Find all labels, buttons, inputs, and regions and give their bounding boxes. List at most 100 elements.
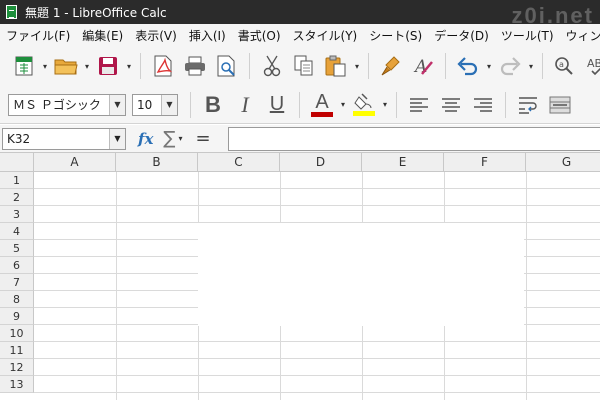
paste-dropdown-icon[interactable]: ▾ — [352, 62, 362, 71]
font-size-value: 10 — [137, 97, 153, 112]
save-icon[interactable] — [92, 50, 124, 82]
column-header-b[interactable]: B — [116, 153, 198, 172]
blank-cell-area — [198, 223, 524, 326]
select-all-corner[interactable] — [0, 153, 34, 172]
font-color-dropdown-icon[interactable]: ▾ — [338, 100, 348, 109]
spelling-icon[interactable]: AB — [581, 50, 600, 82]
italic-button[interactable]: I — [229, 89, 261, 121]
print-preview-icon[interactable] — [211, 50, 243, 82]
separator — [396, 91, 397, 118]
bold-button[interactable]: B — [197, 89, 229, 121]
open-folder-icon[interactable] — [50, 50, 82, 82]
new-spreadsheet-icon[interactable] — [8, 50, 40, 82]
chevron-down-icon[interactable]: ▼ — [161, 94, 177, 115]
font-name-value: ＭＳ Ｐゴシック — [13, 98, 101, 112]
highlight-dropdown-icon[interactable]: ▾ — [380, 100, 390, 109]
paste-icon[interactable] — [320, 50, 352, 82]
menu-sheet[interactable]: シート(S) — [369, 27, 422, 44]
wrap-text-icon[interactable] — [512, 89, 544, 121]
title-bar: 無題 1 - LibreOffice Calc z0i.net — [0, 0, 600, 28]
copy-icon[interactable] — [288, 50, 320, 82]
calc-app-icon — [6, 5, 17, 19]
merge-center-icon[interactable] — [544, 89, 576, 121]
paint-bucket-icon — [353, 93, 375, 116]
row-header-12[interactable]: 12 — [0, 359, 34, 376]
gridline — [34, 188, 600, 189]
row-header-9[interactable]: 9 — [0, 308, 34, 325]
standard-toolbar: ▾ ▾ ▾ ▾ A ▾ ▾ a AB — [0, 46, 600, 86]
column-header-c[interactable]: C — [198, 153, 280, 172]
sum-icon[interactable]: ∑ — [163, 128, 175, 149]
row-header-7[interactable]: 7 — [0, 274, 34, 291]
menu-edit[interactable]: 編集(E) — [82, 27, 123, 44]
gridline — [116, 172, 117, 400]
gridline — [34, 392, 600, 393]
column-header-a[interactable]: A — [34, 153, 116, 172]
export-pdf-icon[interactable] — [147, 50, 179, 82]
font-color-letter: A — [315, 91, 329, 113]
open-dropdown-icon[interactable]: ▾ — [82, 62, 92, 71]
formula-input[interactable] — [228, 127, 600, 151]
row-header-2[interactable]: 2 — [0, 189, 34, 206]
column-header-g[interactable]: G — [526, 153, 600, 172]
new-dropdown-icon[interactable]: ▾ — [40, 62, 50, 71]
row-header-10[interactable]: 10 — [0, 325, 34, 342]
separator — [368, 53, 369, 79]
align-right-icon[interactable] — [467, 89, 499, 121]
separator — [190, 91, 191, 118]
sum-dropdown-icon[interactable]: ▾ — [176, 134, 186, 143]
row-header-8[interactable]: 8 — [0, 291, 34, 308]
name-box-value: K32 — [7, 131, 31, 146]
underline-button[interactable]: U — [261, 89, 293, 121]
separator — [505, 91, 506, 118]
redo-dropdown-icon[interactable]: ▾ — [526, 62, 536, 71]
font-size-box[interactable]: 10 ▼ — [132, 93, 178, 116]
spreadsheet-grid[interactable]: A B C D E F G 1 2 3 4 5 6 7 8 9 10 11 12… — [0, 153, 600, 400]
find-replace-icon[interactable]: a — [549, 50, 581, 82]
clone-formatting-icon[interactable] — [375, 50, 407, 82]
menu-view[interactable]: 表示(V) — [135, 27, 177, 44]
cut-icon[interactable] — [256, 50, 288, 82]
name-box[interactable]: K32 ▼ — [2, 127, 126, 150]
menu-file[interactable]: ファイル(F) — [6, 27, 70, 44]
row-header-6[interactable]: 6 — [0, 257, 34, 274]
function-wizard-icon[interactable]: fx — [138, 130, 153, 148]
save-dropdown-icon[interactable]: ▾ — [124, 62, 134, 71]
chevron-down-icon[interactable]: ▼ — [109, 128, 125, 149]
row-header-1[interactable]: 1 — [0, 172, 34, 189]
menu-format[interactable]: 書式(O) — [238, 27, 281, 44]
redo-icon[interactable] — [494, 50, 526, 82]
menu-insert[interactable]: 挿入(I) — [189, 27, 226, 44]
clear-formatting-icon[interactable]: A — [407, 50, 439, 82]
menu-window[interactable]: ウィンドウ(W) — [566, 27, 600, 44]
column-header-d[interactable]: D — [280, 153, 362, 172]
undo-dropdown-icon[interactable]: ▾ — [484, 62, 494, 71]
highlight-button[interactable] — [348, 89, 380, 121]
row-header-4[interactable]: 4 — [0, 223, 34, 240]
row-header-11[interactable]: 11 — [0, 342, 34, 359]
separator — [140, 53, 141, 79]
formula-icon[interactable]: = — [196, 128, 211, 149]
chevron-down-icon[interactable]: ▼ — [109, 94, 125, 115]
undo-icon[interactable] — [452, 50, 484, 82]
separator — [445, 53, 446, 79]
bold-icon: B — [205, 91, 221, 117]
row-header-13[interactable]: 13 — [0, 376, 34, 393]
row-header-5[interactable]: 5 — [0, 240, 34, 257]
font-name-box[interactable]: ＭＳ Ｐゴシック ▼ — [8, 93, 126, 116]
font-color-button[interactable]: A — [306, 89, 338, 121]
svg-text:AB: AB — [587, 57, 600, 70]
print-icon[interactable] — [179, 50, 211, 82]
row-header-3[interactable]: 3 — [0, 206, 34, 223]
align-center-icon[interactable] — [435, 89, 467, 121]
highlight-swatch — [353, 111, 375, 116]
menu-data[interactable]: データ(D) — [434, 27, 489, 44]
font-color-icon: A — [311, 92, 333, 117]
menu-tools[interactable]: ツール(T) — [501, 27, 554, 44]
gridline — [34, 205, 600, 206]
column-header-f[interactable]: F — [444, 153, 526, 172]
column-header-e[interactable]: E — [362, 153, 444, 172]
menu-styles[interactable]: スタイル(Y) — [293, 27, 358, 44]
gridline — [34, 375, 600, 376]
align-left-icon[interactable] — [403, 89, 435, 121]
